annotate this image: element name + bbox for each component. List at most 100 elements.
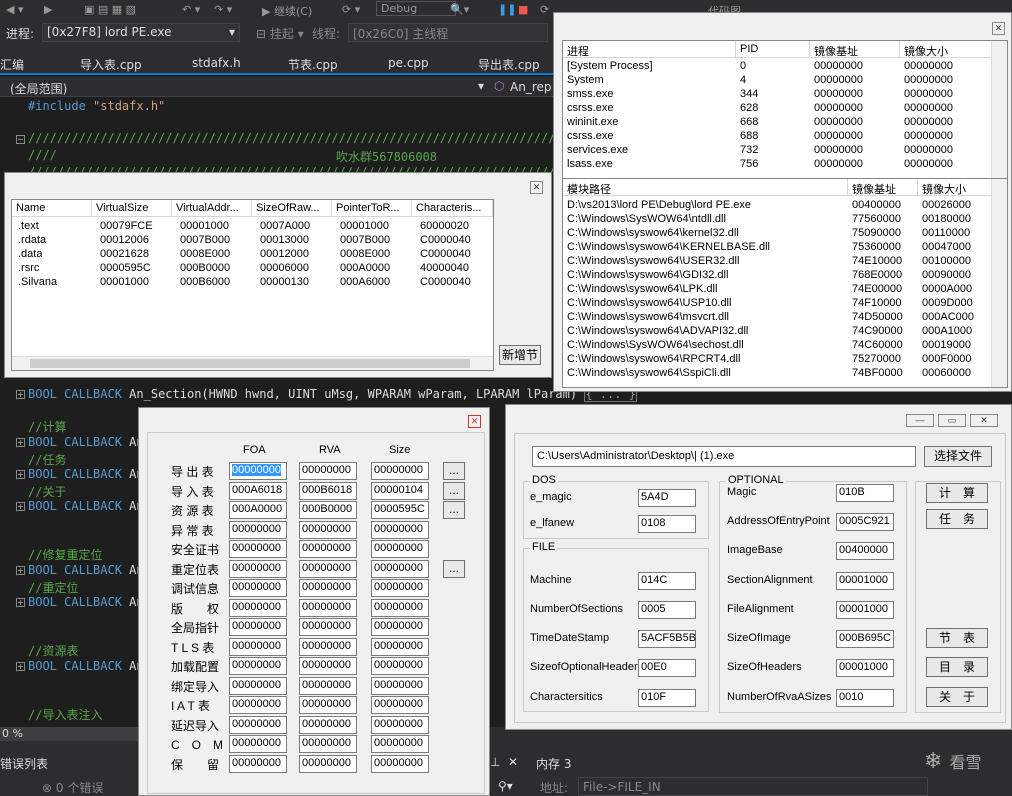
column-header[interactable]: VirtualAddr... — [172, 200, 252, 217]
pause-icon[interactable]: ❚❚ — [498, 3, 516, 16]
size-field[interactable]: 00000000 — [371, 462, 429, 480]
rva-field[interactable]: 00000000 — [299, 559, 357, 578]
size-field[interactable]: 00000104 — [371, 481, 429, 500]
module-path[interactable]: C:\Windows\syswow64\msvcrt.dll — [567, 311, 729, 323]
column-header[interactable]: 镜像大小 — [918, 179, 992, 196]
column-header[interactable]: PID — [736, 41, 810, 58]
foa-field[interactable]: 00000000 — [229, 520, 287, 539]
foa-field[interactable]: 000A6018 — [229, 481, 287, 500]
optional-field-value[interactable]: 010B — [836, 484, 894, 502]
column-header[interactable]: PointerToR... — [332, 200, 412, 217]
back-icon[interactable]: ◀ ▾ — [6, 3, 23, 16]
rva-field[interactable]: 000B0000 — [299, 501, 357, 519]
close-icon[interactable]: ✕ — [530, 181, 543, 194]
foa-field[interactable]: 00000000 — [229, 637, 287, 656]
close-icon[interactable]: ✕ — [468, 415, 481, 428]
fold-toggle[interactable]: + — [16, 598, 25, 607]
restart-icon[interactable]: ⟳ ▾ — [342, 3, 360, 16]
scope-select[interactable]: (全局范围) — [10, 80, 67, 97]
foa-field[interactable]: 00000000 — [229, 618, 287, 636]
pin-icon[interactable]: ⊥ — [490, 755, 500, 769]
close-icon[interactable]: ✕ — [992, 22, 1005, 35]
size-field[interactable]: 00000000 — [371, 520, 429, 539]
section-name[interactable]: .text — [18, 220, 39, 232]
section-name[interactable]: .rsrc — [18, 262, 39, 274]
dos-field-value[interactable]: 0108 — [638, 515, 696, 533]
task-button[interactable]: 任 务 — [926, 509, 988, 529]
fold-toggle[interactable]: + — [16, 566, 25, 575]
process-name[interactable]: smss.exe — [567, 88, 613, 100]
more-button[interactable]: ... — [443, 481, 465, 500]
column-header[interactable]: Name — [12, 200, 92, 217]
section-name[interactable]: .rdata — [18, 234, 46, 246]
column-header[interactable]: 镜像大小 — [900, 41, 992, 58]
error-count[interactable]: ⊗ 0 个错误 — [42, 779, 103, 796]
process-name[interactable]: csrss.exe — [567, 130, 613, 142]
tab-asm[interactable]: 汇编 — [0, 56, 24, 73]
foa-field[interactable]: 00000000 — [229, 540, 287, 558]
module-path[interactable]: C:\Windows\syswow64\kernel32.dll — [567, 227, 739, 239]
fold-toggle[interactable]: + — [16, 438, 25, 447]
section-name[interactable]: .Silvana — [18, 276, 57, 288]
file-field-value[interactable]: 0005 — [638, 601, 696, 619]
redo-icon[interactable]: ↷ ▾ — [214, 3, 232, 16]
module-path[interactable]: C:\Windows\syswow64\USP10.dll — [567, 297, 731, 309]
module-path[interactable]: C:\Windows\SysWOW64\sechost.dll — [567, 339, 744, 351]
optional-field-value[interactable]: 000B695C — [836, 630, 894, 648]
continue-button[interactable]: ▶ 继续(C) — [262, 3, 312, 19]
rva-field[interactable]: 00000000 — [299, 735, 357, 753]
rva-field[interactable]: 00000000 — [299, 598, 357, 617]
module-path[interactable]: C:\Windows\syswow64\LPK.dll — [567, 283, 717, 295]
rva-field[interactable]: 00000000 — [299, 462, 357, 480]
module-path[interactable]: C:\Windows\syswow64\ADVAPI32.dll — [567, 325, 748, 337]
tab-stdafx-h[interactable]: stdafx.h — [192, 56, 241, 70]
file-field-value[interactable]: 010F — [638, 689, 696, 707]
optional-field-value[interactable]: 0010 — [836, 689, 894, 707]
size-field[interactable]: 00000000 — [371, 637, 429, 656]
size-field[interactable]: 00000000 — [371, 696, 429, 714]
toolbar-icons[interactable]: ▣ ▤ ▦ ▧ — [84, 3, 136, 16]
column-header[interactable]: 镜像基址 — [848, 179, 918, 196]
close-icon[interactable]: ✕ — [970, 414, 998, 427]
column-header[interactable]: 镜像基址 — [810, 41, 900, 58]
about-button[interactable]: 关 于 — [926, 687, 988, 707]
foa-field[interactable]: 00000000 — [229, 715, 287, 734]
config-select[interactable]: Debug — [376, 1, 457, 16]
optional-field-value[interactable]: 00001000 — [836, 572, 894, 590]
more-button[interactable]: ... — [443, 501, 465, 519]
address-input[interactable]: File->FILE_IN — [578, 777, 928, 796]
fold-toggle[interactable]: + — [16, 502, 25, 511]
process-list[interactable]: 进程 PID 镜像基址 镜像大小 [System Process] 0 000000… — [562, 40, 1008, 184]
column-header[interactable]: SizeOfRaw... — [252, 200, 332, 217]
process-name[interactable]: wininit.exe — [567, 116, 618, 128]
rva-field[interactable]: 00000000 — [299, 676, 357, 695]
restart-debug-icon[interactable]: ⟳ — [540, 3, 549, 16]
foa-field[interactable]: 00000000 — [229, 579, 287, 597]
find-icon[interactable]: 🔍▾ — [450, 3, 469, 16]
foa-field[interactable]: 00000000 — [229, 559, 287, 578]
foa-field[interactable]: 000A0000 — [229, 501, 287, 519]
fold-toggle[interactable]: + — [16, 662, 25, 671]
foa-field[interactable]: 00000000 — [229, 754, 287, 773]
module-path[interactable]: C:\Windows\syswow64\KERNELBASE.dll — [567, 241, 770, 253]
foa-field[interactable]: 00000000 — [229, 735, 287, 753]
rva-field[interactable]: 00000000 — [299, 618, 357, 636]
process-name[interactable]: [System Process] — [567, 60, 653, 72]
horizontal-scrollbar[interactable] — [12, 356, 493, 370]
fold-toggle[interactable]: − — [16, 135, 25, 144]
module-path[interactable]: C:\Windows\syswow64\GDI32.dll — [567, 269, 728, 281]
rva-field[interactable]: 00000000 — [299, 696, 357, 714]
column-header[interactable]: VirtualSize — [92, 200, 172, 217]
foa-field[interactable]: 00000000 — [229, 598, 287, 617]
process-name[interactable]: csrss.exe — [567, 102, 613, 114]
optional-field-value[interactable]: 00001000 — [836, 659, 894, 677]
minimize-icon[interactable]: — — [906, 414, 934, 427]
process-name[interactable]: services.exe — [567, 144, 628, 156]
size-field[interactable]: 00000000 — [371, 676, 429, 695]
more-button[interactable]: ... — [443, 559, 465, 578]
member-select[interactable]: An_rep — [510, 80, 551, 94]
tab-pe-cpp[interactable]: pe.cpp — [388, 56, 429, 70]
vertical-scrollbar[interactable] — [991, 179, 1007, 387]
rva-field[interactable]: 00000000 — [299, 637, 357, 656]
size-field[interactable]: 00000000 — [371, 715, 429, 734]
